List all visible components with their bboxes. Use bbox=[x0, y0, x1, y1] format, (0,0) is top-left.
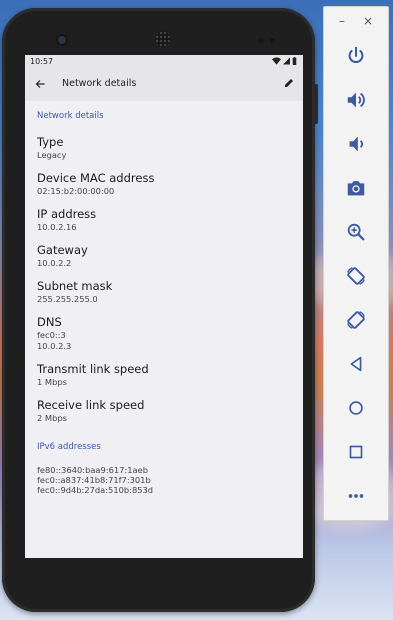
power-icon bbox=[348, 46, 364, 63]
front-camera bbox=[58, 36, 66, 44]
detail-title: DNS bbox=[37, 315, 62, 329]
detail-value: 10.0.2.2 bbox=[37, 258, 72, 268]
minimize-button[interactable]: – bbox=[339, 14, 345, 28]
home-icon bbox=[349, 401, 363, 415]
detail-value: fec0::3 bbox=[37, 330, 66, 340]
ipv6-addresses: fe80::3640:baa9:617:1aeb fec0::a837:41b8:… bbox=[37, 465, 303, 495]
detail-item: Subnet mask 255.255.255.0 bbox=[37, 279, 303, 304]
detail-title: Type bbox=[37, 135, 64, 149]
volume-up-icon bbox=[347, 92, 365, 108]
light-sensor bbox=[270, 38, 275, 43]
power-button[interactable] bbox=[324, 41, 388, 71]
volume-up-button[interactable] bbox=[324, 85, 388, 115]
detail-title: Transmit link speed bbox=[37, 362, 149, 376]
ipv6-address: fe80::3640:baa9:617:1aeb bbox=[37, 465, 148, 475]
status-bar: 10:57 bbox=[25, 55, 303, 67]
overview-icon bbox=[349, 445, 363, 459]
app-bar: Network details bbox=[25, 67, 303, 101]
back-icon bbox=[350, 356, 362, 372]
zoom-button[interactable] bbox=[324, 217, 388, 247]
detail-value: 10.0.2.16 bbox=[37, 222, 77, 232]
detail-item: Type Legacy bbox=[37, 135, 303, 160]
page-title: Network details bbox=[62, 78, 137, 89]
screenshot-button[interactable] bbox=[324, 173, 388, 203]
more-button[interactable] bbox=[324, 481, 388, 511]
detail-item: DNS fec0::3 10.0.2.3 bbox=[37, 315, 303, 351]
nav-back-button[interactable] bbox=[324, 349, 388, 379]
rotate-right-button[interactable] bbox=[324, 305, 388, 335]
rotate-right-icon bbox=[347, 311, 365, 329]
status-icons bbox=[272, 57, 297, 65]
pencil-icon bbox=[285, 79, 293, 87]
detail-value: Legacy bbox=[37, 150, 67, 160]
power-side-button bbox=[314, 84, 318, 124]
section-header: Network details bbox=[37, 111, 104, 121]
wifi-icon bbox=[272, 57, 281, 65]
detail-title: Gateway bbox=[37, 243, 88, 257]
zoom-icon bbox=[347, 223, 365, 241]
detail-item: IP address 10.0.2.16 bbox=[37, 207, 303, 232]
nav-overview-button[interactable] bbox=[324, 437, 388, 467]
detail-item: Receive link speed 2 Mbps bbox=[37, 398, 303, 423]
signal-icon bbox=[283, 57, 290, 65]
rotate-left-icon bbox=[347, 267, 365, 285]
battery-icon bbox=[292, 57, 297, 65]
detail-title: IP address bbox=[37, 207, 97, 221]
detail-value: 02:15:b2:00:00:00 bbox=[37, 186, 115, 196]
detail-title: Receive link speed bbox=[37, 398, 145, 412]
phone-screen: 10:57 Network details Network details Ty… bbox=[25, 55, 303, 558]
details-list: Network details Type Legacy Device MAC add… bbox=[25, 109, 303, 495]
phone-frame: 10:57 Network details Network details Ty… bbox=[2, 8, 318, 612]
detail-title: Device MAC address bbox=[37, 171, 155, 185]
detail-item: Transmit link speed 1 Mbps bbox=[37, 362, 303, 387]
nav-home-button[interactable] bbox=[324, 393, 388, 423]
volume-down-button[interactable] bbox=[324, 129, 388, 159]
detail-value: 1 Mbps bbox=[37, 377, 67, 387]
back-button[interactable] bbox=[34, 78, 46, 90]
detail-value: 255.255.255.0 bbox=[37, 294, 98, 304]
status-time: 10:57 bbox=[30, 56, 54, 66]
ipv6-header: IPv6 addresses bbox=[37, 442, 101, 452]
detail-item: Device MAC address 02:15:b2:00:00:00 bbox=[37, 171, 303, 196]
camera-icon bbox=[347, 181, 365, 196]
panel-window-controls: – × bbox=[324, 7, 388, 35]
edit-button[interactable] bbox=[283, 77, 295, 89]
arrow-back-icon bbox=[35, 80, 45, 88]
volume-down-icon bbox=[349, 136, 363, 152]
detail-value: 10.0.2.3 bbox=[37, 341, 72, 351]
close-button[interactable]: × bbox=[363, 14, 373, 28]
rotate-left-button[interactable] bbox=[324, 261, 388, 291]
ipv6-address: fec0::a837:41b8:71f7:301b bbox=[37, 475, 151, 485]
detail-value: 2 Mbps bbox=[37, 413, 67, 423]
detail-item: Gateway 10.0.2.2 bbox=[37, 243, 303, 268]
earpiece-speaker bbox=[155, 31, 171, 47]
ipv6-address: fec0::9d4b:27da:510b:853d bbox=[37, 485, 154, 495]
proximity-sensor bbox=[258, 38, 263, 43]
more-icon bbox=[348, 494, 364, 498]
detail-title: Subnet mask bbox=[37, 279, 113, 293]
emulator-toolbar: – × bbox=[323, 6, 389, 521]
